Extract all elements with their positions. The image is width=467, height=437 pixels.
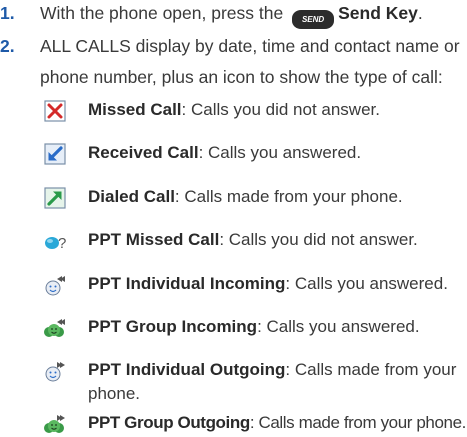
- send-key-label: Send Key: [338, 3, 418, 23]
- ppt-missed-call-icon: ?: [45, 235, 66, 252]
- call-type-desc: : Calls you answered.: [198, 143, 362, 162]
- call-type-text: Received Call: Calls you answered.: [88, 141, 361, 165]
- svg-text:?: ?: [58, 235, 66, 252]
- call-type-desc: : Calls you did not answer.: [219, 230, 418, 249]
- call-type-text: PPT Missed Call: Calls you did not answe…: [88, 228, 418, 252]
- call-type-desc: : Calls made from your phone.: [249, 413, 467, 432]
- received-call-icon: [44, 143, 66, 165]
- step-number: 1.: [0, 3, 15, 23]
- call-type-label: PPT Group Outgoing: [88, 413, 250, 432]
- call-type-label: Missed Call: [88, 100, 182, 119]
- step-text-line2: phone number, plus an icon to show the t…: [40, 67, 443, 87]
- call-type-label: PPT Individual Incoming: [88, 274, 286, 293]
- call-type-label: Received Call: [88, 143, 199, 162]
- call-type-label: PPT Missed Call: [88, 230, 220, 249]
- call-type-label: Dialed Call: [88, 187, 175, 206]
- missed-call-icon: [44, 100, 66, 122]
- call-type-label: PPT Group Incoming: [88, 317, 258, 336]
- call-type-desc: : Calls you answered.: [285, 274, 448, 293]
- send-key-icon: SEND: [292, 10, 335, 29]
- step-number: 2.: [0, 36, 15, 56]
- step-text-after: .: [417, 3, 423, 23]
- call-type-desc: : Calls made from your phone.: [174, 187, 403, 206]
- step-text-before: With the phone open, press the: [40, 3, 284, 23]
- step-text-line1: ALL CALLS display by date, time and cont…: [40, 36, 460, 56]
- call-type-text: PPT Individual Outgoing: Calls made from…: [88, 358, 456, 382]
- call-type-label: PPT Individual Outgoing: [88, 360, 286, 379]
- call-type-text: PPT Group Incoming: Calls you answered.: [88, 315, 420, 339]
- call-type-text: PPT Individual Incoming: Calls you answe…: [88, 272, 448, 296]
- ppt-group-incoming-icon: [44, 319, 65, 337]
- ppt-group-outgoing-icon: [44, 415, 65, 433]
- call-type-text: PPT Group Outgoing: Calls made from your…: [88, 411, 466, 435]
- dialed-call-icon: [44, 187, 66, 209]
- call-type-text: Dialed Call: Calls made from your phone.: [88, 185, 403, 209]
- call-type-desc: : Calls made from your: [285, 360, 457, 379]
- ppt-individual-incoming-icon: [45, 276, 65, 296]
- call-type-text: Missed Call: Calls you did not answer.: [88, 98, 380, 122]
- ppt-individual-outgoing-icon: [45, 362, 65, 382]
- call-type-desc: : Calls you did not answer.: [181, 100, 380, 119]
- step-text: With the phone open, press the SEND Send …: [40, 0, 423, 29]
- call-type-desc-line2: phone.: [88, 384, 140, 403]
- call-type-desc: : Calls you answered.: [257, 317, 420, 336]
